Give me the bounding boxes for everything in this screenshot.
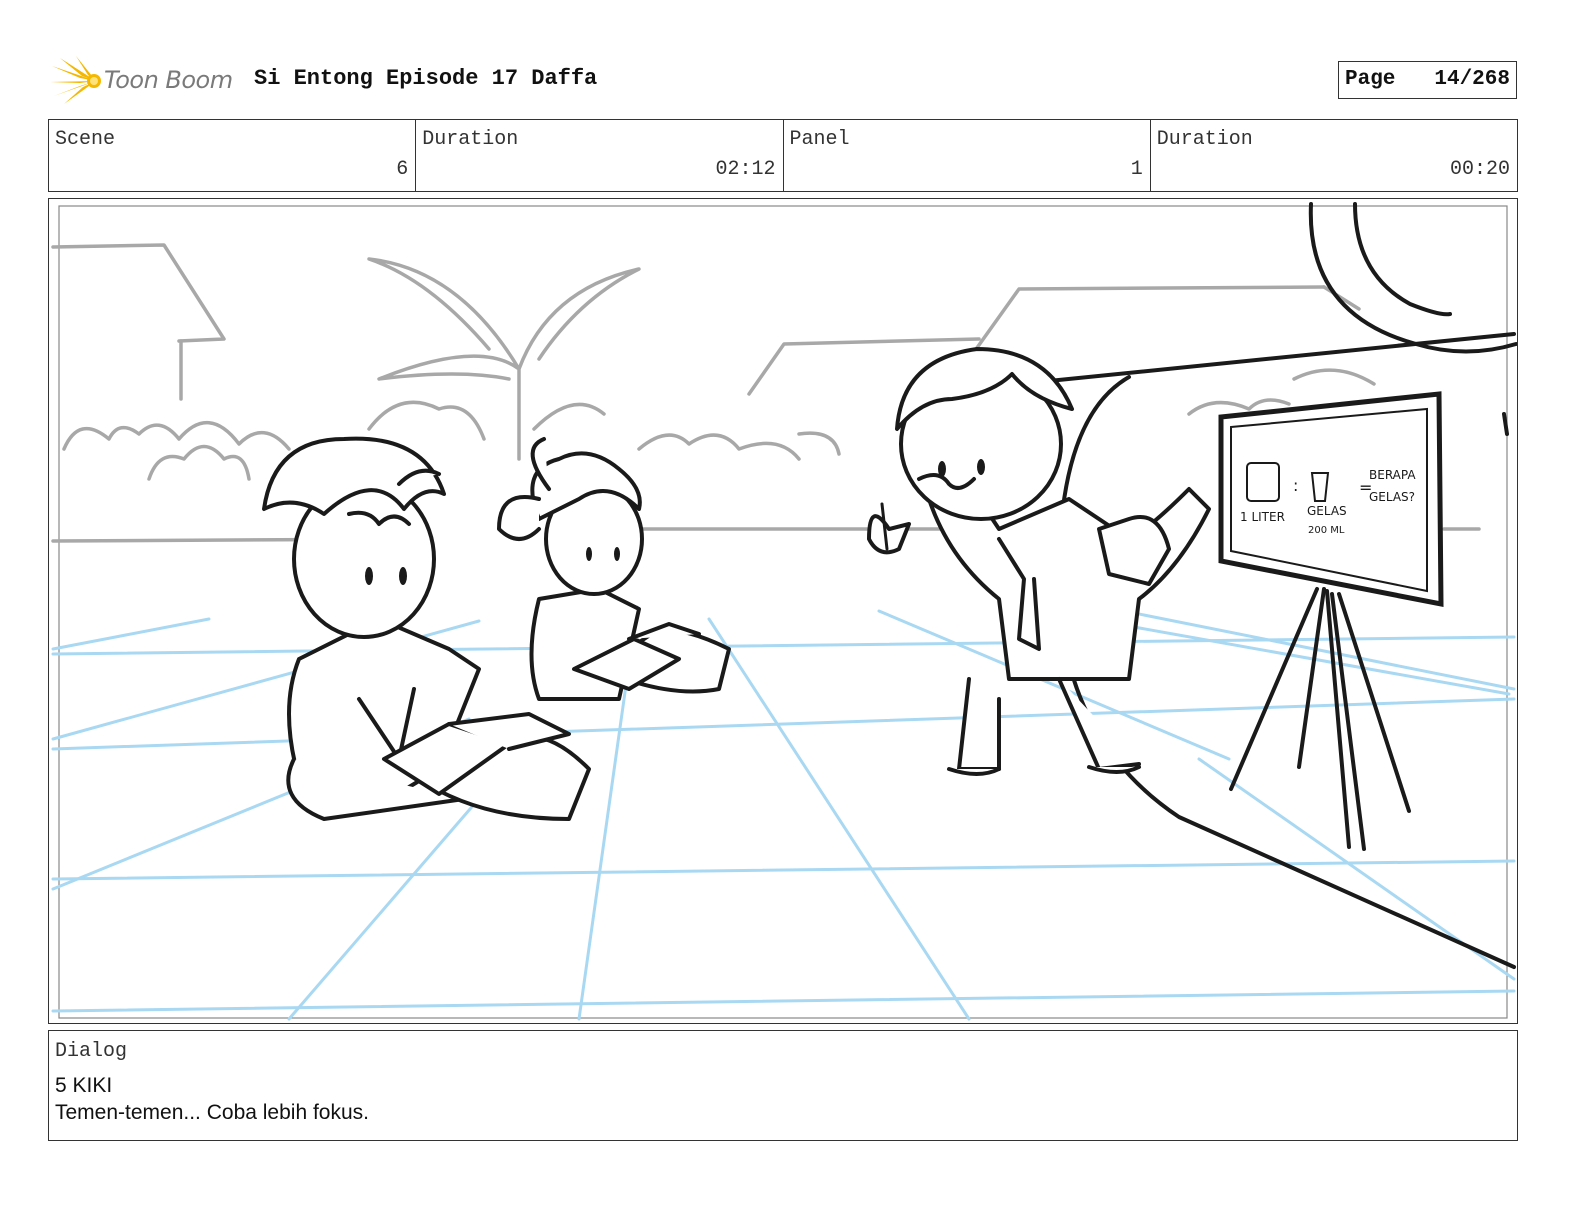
dialog-text: Temen-temen... Coba lebih fokus. <box>55 1101 369 1124</box>
scene-cell: Scene 6 <box>49 120 417 191</box>
board-text-berapa: BERAPA <box>1369 468 1416 482</box>
document-title: Si Entong Episode 17 Daffa <box>254 66 598 91</box>
perspective-grid <box>51 602 1516 1021</box>
board-text-liter: 1 LITER <box>1240 510 1285 524</box>
page-indicator: Page 14/268 <box>1338 61 1517 99</box>
page-label: Page <box>1345 68 1396 91</box>
page-number: 14/268 <box>1434 68 1510 91</box>
board-text-gelas-question: GELAS? <box>1369 490 1415 504</box>
panel-duration-value: 00:20 <box>1449 158 1510 181</box>
storyboard-sketch: : = 1 LITER GELAS 200 ML BERAPA GELAS? <box>51 202 1517 1021</box>
scene-duration-value: 02:12 <box>715 158 776 181</box>
scene-duration-cell: Duration 02:12 <box>416 120 784 191</box>
panel-label: Panel <box>789 128 850 151</box>
dialog-label: Dialog <box>55 1040 128 1063</box>
panel-value: 1 <box>1130 158 1143 181</box>
svg-text::: : <box>1293 476 1298 495</box>
scene-value: 6 <box>396 158 409 181</box>
board-text-ml: 200 ML <box>1308 525 1345 536</box>
board-text-gelas: GELAS <box>1307 504 1347 518</box>
whiteboard-easel: : = 1 LITER GELAS 200 ML BERAPA GELAS? <box>1218 391 1444 851</box>
dialog-box: Dialog 5 KIKI Temen-temen... Coba lebih … <box>48 1030 1518 1141</box>
scene-duration-label: Duration <box>422 128 519 151</box>
panel-duration-cell: Duration 00:20 <box>1151 120 1517 191</box>
panel-info-row: Scene 6 Duration 02:12 Panel 1 Duration … <box>48 119 1518 192</box>
scene-label: Scene <box>55 128 116 151</box>
dialog-speaker: 5 KIKI <box>55 1074 113 1097</box>
toon-boom-logo: Toon Boom <box>50 56 240 106</box>
sun-flare-icon <box>50 56 101 104</box>
logo-wordmark: Toon Boom <box>104 66 233 94</box>
panel-cell: Panel 1 <box>784 120 1151 191</box>
panel-duration-label: Duration <box>1156 128 1253 151</box>
storyboard-panel: : = 1 LITER GELAS 200 ML BERAPA GELAS? <box>48 198 1518 1024</box>
inner-frame <box>58 205 1508 1019</box>
